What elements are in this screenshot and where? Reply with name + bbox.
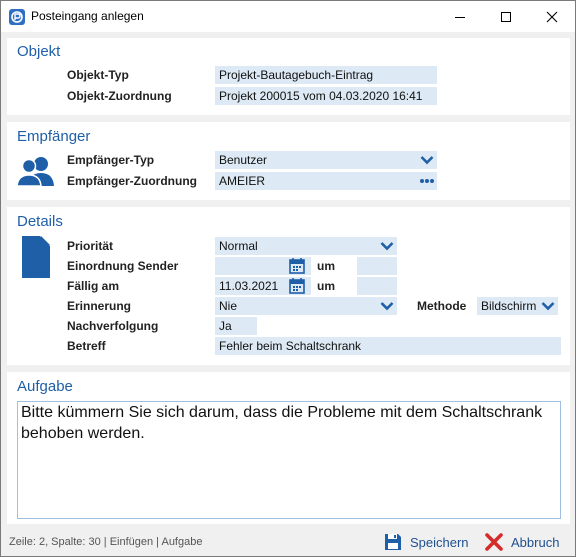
- users-icon: [16, 155, 56, 190]
- save-button[interactable]: Speichern: [384, 532, 469, 552]
- chevron-down-icon[interactable]: [379, 237, 395, 255]
- details-section-title: Details: [17, 213, 63, 230]
- aufgabe-textarea[interactable]: Bitte kümmern Sie sich darum, dass die P…: [17, 401, 561, 519]
- objekt-zuordnung-field: Projekt 200015 vom 04.03.2020 16:41: [215, 87, 437, 105]
- maximize-button[interactable]: [483, 1, 529, 32]
- status-text: Zeile: 2, Spalte: 30 | Einfügen | Aufgab…: [9, 536, 203, 548]
- prioritaet-label: Priorität: [67, 239, 114, 253]
- empfaenger-panel: Empfänger Empfänger-Typ Benutzer Empfäng…: [7, 122, 570, 200]
- empfaenger-typ-select[interactable]: Benutzer: [215, 151, 437, 169]
- minimize-icon: [455, 16, 465, 18]
- objekt-panel: Objekt Objekt-Typ Projekt-Bautagebuch-Ei…: [7, 38, 570, 115]
- status-bar: Zeile: 2, Spalte: 30 | Einfügen | Aufgab…: [1, 528, 575, 556]
- faellig-am-label: Fällig am: [67, 279, 120, 293]
- details-panel: Details Priorität Normal Einordnung Send…: [7, 207, 570, 365]
- faellig-um-label: um: [317, 279, 335, 293]
- close-button[interactable]: [529, 1, 575, 32]
- betreff-field[interactable]: Fehler beim Schaltschrank: [215, 337, 561, 355]
- objekt-typ-field: Projekt-Bautagebuch-Eintrag: [215, 66, 437, 84]
- objekt-typ-label: Objekt-Typ: [67, 68, 129, 82]
- objekt-zuordnung-label: Objekt-Zuordnung: [67, 89, 172, 103]
- cancel-label: Abbruch: [511, 534, 560, 550]
- aufgabe-panel: Aufgabe Bitte kümmern Sie sich darum, da…: [7, 372, 570, 524]
- objekt-section-title: Objekt: [17, 43, 61, 60]
- document-icon: [22, 236, 50, 281]
- empfaenger-section-title: Empfänger: [17, 128, 91, 145]
- chevron-down-icon[interactable]: [419, 151, 435, 169]
- close-icon: [546, 11, 558, 22]
- faellig-time-field[interactable]: [357, 277, 397, 295]
- erinnerung-label: Erinnerung: [67, 299, 132, 313]
- more-options-icon[interactable]: [419, 172, 435, 190]
- title-bar: Posteingang anlegen: [1, 1, 575, 32]
- window-title: Posteingang anlegen: [31, 9, 144, 23]
- einordnung-sender-label: Einordnung Sender: [67, 259, 179, 273]
- save-label: Speichern: [410, 534, 469, 550]
- erinnerung-select[interactable]: Nie: [215, 297, 397, 315]
- chevron-down-icon[interactable]: [540, 297, 556, 315]
- nachverfolgung-label: Nachverfolgung: [67, 319, 159, 333]
- cancel-button[interactable]: Abbruch: [485, 532, 559, 552]
- app-icon: [9, 9, 25, 25]
- prioritaet-select[interactable]: Normal: [215, 237, 397, 255]
- chevron-down-icon[interactable]: [379, 297, 395, 315]
- dialog-window: Posteingang anlegen Objekt Objekt-Typ Pr…: [0, 0, 576, 557]
- minimize-button[interactable]: [437, 1, 483, 32]
- empfaenger-zuordnung-field[interactable]: AMEIER: [215, 172, 437, 190]
- nachverfolgung-field[interactable]: Ja: [215, 317, 257, 335]
- betreff-label: Betreff: [67, 339, 106, 353]
- cancel-icon: [485, 533, 503, 551]
- sender-time-field[interactable]: [357, 257, 397, 275]
- calendar-icon[interactable]: [289, 278, 305, 297]
- aufgabe-section-title: Aufgabe: [17, 378, 73, 395]
- calendar-icon[interactable]: [289, 258, 305, 277]
- empfaenger-typ-label: Empfänger-Typ: [67, 153, 155, 167]
- save-icon: [385, 534, 401, 550]
- methode-label: Methode: [417, 299, 467, 313]
- maximize-icon: [501, 11, 511, 22]
- sender-um-label: um: [317, 259, 335, 273]
- empfaenger-zuordnung-label: Empfänger-Zuordnung: [67, 174, 197, 188]
